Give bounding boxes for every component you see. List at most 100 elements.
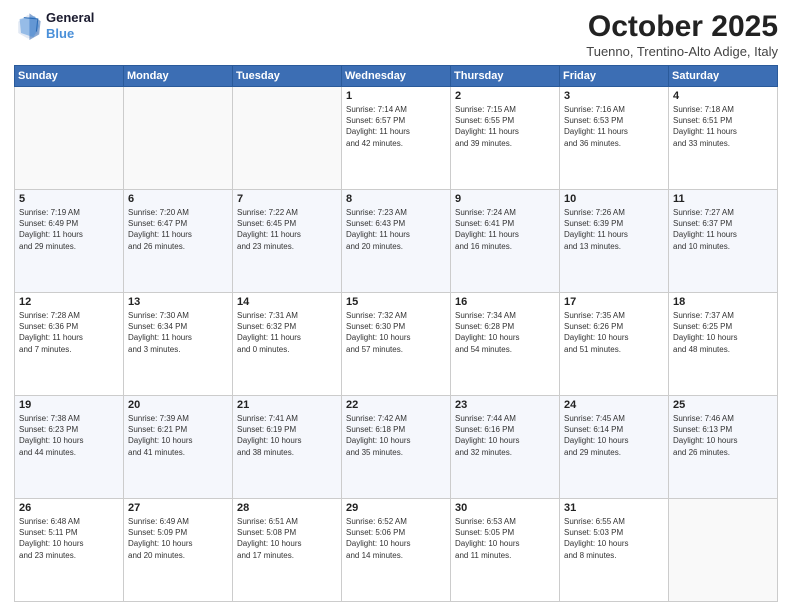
logo: General Blue — [14, 10, 94, 41]
weekday-tuesday: Tuesday — [233, 66, 342, 87]
day-number: 25 — [673, 399, 773, 411]
week-row-2: 5Sunrise: 7:19 AM Sunset: 6:49 PM Daylig… — [15, 190, 778, 293]
day-number: 29 — [346, 502, 446, 514]
day-number: 13 — [128, 296, 228, 308]
calendar-cell: 8 Sunrise: 7:23 AM Sunset: 6:43 PM Daylig… — [342, 190, 451, 293]
calendar-cell: 6 Sunrise: 7:20 AM Sunset: 6:47 PM Daylig… — [124, 190, 233, 293]
calendar-cell: 22Sunrise: 7:42 AM Sunset: 6:18 PM Dayli… — [342, 396, 451, 499]
cell-info: Sunrise: 7:23 AM Sunset: 6:43 PM Dayligh… — [346, 207, 446, 252]
week-row-4: 19 Sunrise: 7:38 AM Sunset: 6:23 PM Dayli… — [15, 396, 778, 499]
cell-info: Sunrise: 7:42 AM Sunset: 6:18 PM Dayligh… — [346, 413, 446, 458]
cell-info: Sunrise: 7:35 AM Sunset: 6:26 PM Dayligh… — [564, 310, 664, 355]
cell-info: Sunrise: 6:49 AM Sunset: 5:09 PM Dayligh… — [128, 516, 228, 561]
calendar-cell: 2 Sunrise: 7:15 AM Sunset: 6:55 PM Daylig… — [451, 87, 560, 190]
location: Tuenno, Trentino-Alto Adige, Italy — [586, 44, 778, 59]
calendar-cell: 12Sunrise: 7:28 AM Sunset: 6:36 PM Dayli… — [15, 293, 124, 396]
day-number: 27 — [128, 502, 228, 514]
day-number: 2 — [455, 90, 555, 102]
cell-info: Sunrise: 6:52 AM Sunset: 5:06 PM Dayligh… — [346, 516, 446, 561]
day-number: 28 — [237, 502, 337, 514]
calendar-cell: 27 Sunrise: 6:49 AM Sunset: 5:09 PM Dayli… — [124, 499, 233, 602]
logo-line2: Blue — [46, 26, 94, 42]
logo-icon — [14, 12, 42, 40]
day-number: 23 — [455, 399, 555, 411]
day-number: 3 — [564, 90, 664, 102]
day-number: 24 — [564, 399, 664, 411]
cell-info: Sunrise: 7:37 AM Sunset: 6:25 PM Dayligh… — [673, 310, 773, 355]
logo-text: General Blue — [46, 10, 94, 41]
day-number: 21 — [237, 399, 337, 411]
calendar-cell: 16Sunrise: 7:34 AM Sunset: 6:28 PM Dayli… — [451, 293, 560, 396]
calendar-cell: 20Sunrise: 7:39 AM Sunset: 6:21 PM Dayli… — [124, 396, 233, 499]
calendar-cell: 23 Sunrise: 7:44 AM Sunset: 6:16 PM Dayli… — [451, 396, 560, 499]
calendar-cell: 26 Sunrise: 6:48 AM Sunset: 5:11 PM Dayli… — [15, 499, 124, 602]
calendar-cell: 11Sunrise: 7:27 AM Sunset: 6:37 PM Dayli… — [669, 190, 778, 293]
cell-info: Sunrise: 7:34 AM Sunset: 6:28 PM Dayligh… — [455, 310, 555, 355]
week-row-5: 26 Sunrise: 6:48 AM Sunset: 5:11 PM Dayli… — [15, 499, 778, 602]
month-title: October 2025 — [586, 10, 778, 44]
day-number: 9 — [455, 193, 555, 205]
cell-info: Sunrise: 7:46 AM Sunset: 6:13 PM Dayligh… — [673, 413, 773, 458]
page: General Blue October 2025 Tuenno, Trenti… — [0, 0, 792, 612]
calendar-cell — [233, 87, 342, 190]
cell-info: Sunrise: 7:38 AM Sunset: 6:23 PM Dayligh… — [19, 413, 119, 458]
weekday-friday: Friday — [560, 66, 669, 87]
cell-info: Sunrise: 7:27 AM Sunset: 6:37 PM Dayligh… — [673, 207, 773, 252]
calendar-cell: 1Sunrise: 7:14 AM Sunset: 6:57 PM Daylig… — [342, 87, 451, 190]
day-number: 10 — [564, 193, 664, 205]
cell-info: Sunrise: 7:31 AM Sunset: 6:32 PM Dayligh… — [237, 310, 337, 355]
day-number: 30 — [455, 502, 555, 514]
day-number: 20 — [128, 399, 228, 411]
day-number: 31 — [564, 502, 664, 514]
cell-info: Sunrise: 6:51 AM Sunset: 5:08 PM Dayligh… — [237, 516, 337, 561]
day-number: 17 — [564, 296, 664, 308]
calendar-cell: 5Sunrise: 7:19 AM Sunset: 6:49 PM Daylig… — [15, 190, 124, 293]
weekday-header-row: SundayMondayTuesdayWednesdayThursdayFrid… — [15, 66, 778, 87]
calendar-cell: 4Sunrise: 7:18 AM Sunset: 6:51 PM Daylig… — [669, 87, 778, 190]
week-row-3: 12Sunrise: 7:28 AM Sunset: 6:36 PM Dayli… — [15, 293, 778, 396]
weekday-saturday: Saturday — [669, 66, 778, 87]
weekday-sunday: Sunday — [15, 66, 124, 87]
cell-info: Sunrise: 7:15 AM Sunset: 6:55 PM Dayligh… — [455, 104, 555, 149]
calendar-cell: 3 Sunrise: 7:16 AM Sunset: 6:53 PM Daylig… — [560, 87, 669, 190]
calendar-cell: 13 Sunrise: 7:30 AM Sunset: 6:34 PM Dayli… — [124, 293, 233, 396]
cell-info: Sunrise: 6:53 AM Sunset: 5:05 PM Dayligh… — [455, 516, 555, 561]
day-number: 12 — [19, 296, 119, 308]
cell-info: Sunrise: 7:24 AM Sunset: 6:41 PM Dayligh… — [455, 207, 555, 252]
calendar-cell: 9 Sunrise: 7:24 AM Sunset: 6:41 PM Daylig… — [451, 190, 560, 293]
day-number: 6 — [128, 193, 228, 205]
cell-info: Sunrise: 7:22 AM Sunset: 6:45 PM Dayligh… — [237, 207, 337, 252]
cell-info: Sunrise: 7:16 AM Sunset: 6:53 PM Dayligh… — [564, 104, 664, 149]
cell-info: Sunrise: 7:26 AM Sunset: 6:39 PM Dayligh… — [564, 207, 664, 252]
calendar-cell: 24 Sunrise: 7:45 AM Sunset: 6:14 PM Dayli… — [560, 396, 669, 499]
cell-info: Sunrise: 7:32 AM Sunset: 6:30 PM Dayligh… — [346, 310, 446, 355]
cell-info: Sunrise: 7:18 AM Sunset: 6:51 PM Dayligh… — [673, 104, 773, 149]
cell-info: Sunrise: 7:45 AM Sunset: 6:14 PM Dayligh… — [564, 413, 664, 458]
calendar-cell — [669, 499, 778, 602]
header: General Blue October 2025 Tuenno, Trenti… — [14, 10, 778, 59]
calendar-cell: 10 Sunrise: 7:26 AM Sunset: 6:39 PM Dayli… — [560, 190, 669, 293]
calendar-cell: 31 Sunrise: 6:55 AM Sunset: 5:03 PM Dayli… — [560, 499, 669, 602]
calendar-cell: 21 Sunrise: 7:41 AM Sunset: 6:19 PM Dayli… — [233, 396, 342, 499]
cell-info: Sunrise: 7:30 AM Sunset: 6:34 PM Dayligh… — [128, 310, 228, 355]
logo-line1: General — [46, 10, 94, 26]
cell-info: Sunrise: 7:41 AM Sunset: 6:19 PM Dayligh… — [237, 413, 337, 458]
calendar-cell — [15, 87, 124, 190]
cell-info: Sunrise: 6:48 AM Sunset: 5:11 PM Dayligh… — [19, 516, 119, 561]
week-row-1: 1Sunrise: 7:14 AM Sunset: 6:57 PM Daylig… — [15, 87, 778, 190]
weekday-wednesday: Wednesday — [342, 66, 451, 87]
day-number: 19 — [19, 399, 119, 411]
day-number: 26 — [19, 502, 119, 514]
day-number: 1 — [346, 90, 446, 102]
calendar-cell: 28 Sunrise: 6:51 AM Sunset: 5:08 PM Dayli… — [233, 499, 342, 602]
cell-info: Sunrise: 7:20 AM Sunset: 6:47 PM Dayligh… — [128, 207, 228, 252]
calendar-cell: 17 Sunrise: 7:35 AM Sunset: 6:26 PM Dayli… — [560, 293, 669, 396]
calendar-cell: 29 Sunrise: 6:52 AM Sunset: 5:06 PM Dayli… — [342, 499, 451, 602]
day-number: 15 — [346, 296, 446, 308]
weekday-thursday: Thursday — [451, 66, 560, 87]
day-number: 8 — [346, 193, 446, 205]
day-number: 18 — [673, 296, 773, 308]
calendar-cell: 19 Sunrise: 7:38 AM Sunset: 6:23 PM Dayli… — [15, 396, 124, 499]
cell-info: Sunrise: 6:55 AM Sunset: 5:03 PM Dayligh… — [564, 516, 664, 561]
cell-info: Sunrise: 7:44 AM Sunset: 6:16 PM Dayligh… — [455, 413, 555, 458]
